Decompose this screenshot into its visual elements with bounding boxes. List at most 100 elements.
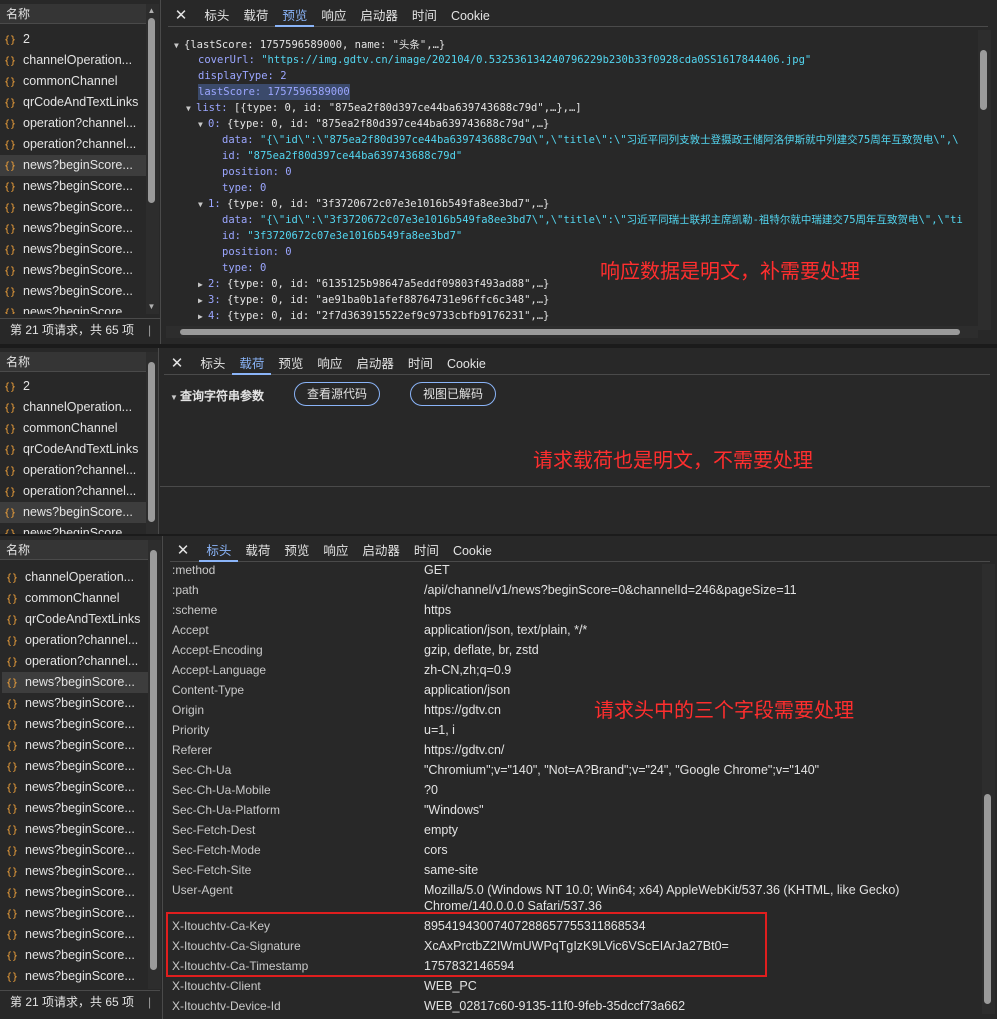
request-row[interactable]: {} channelOperation... xyxy=(2,567,148,588)
request-row[interactable]: {} news?beginScore... xyxy=(2,945,148,966)
json-item-0[interactable]: ▼ 0: {type: 0, id: "875ea2f80d397ce44ba63… xyxy=(198,116,549,132)
request-row[interactable]: {} operation?channel... xyxy=(0,134,146,155)
request-row[interactable]: {} news?beginScore... xyxy=(0,176,146,197)
tab-4[interactable]: 启动器 xyxy=(349,353,401,375)
json-item-3[interactable]: ▶ 3: {type: 0, id: "ae91ba0b1afef88764731… xyxy=(198,292,549,308)
request-row[interactable]: {} operation?channel... xyxy=(2,630,148,651)
preview-scrollbar[interactable] xyxy=(978,30,991,330)
request-row[interactable]: {} operation?channel... xyxy=(0,460,146,481)
json-item-1[interactable]: ▼ 1: {type: 0, id: "3f3720672c07e3e1016b5… xyxy=(198,196,549,212)
tab-0[interactable]: 标头 xyxy=(197,5,236,27)
triangle-right-icon[interactable]: ▶ xyxy=(198,309,208,325)
json-item-2[interactable]: ▶ 2: {type: 0, id: "6135125b98647a5eddf09… xyxy=(198,276,549,292)
request-row[interactable]: {} news?beginScore... xyxy=(0,260,146,281)
tab-3[interactable]: 响应 xyxy=(310,353,349,375)
request-row[interactable]: {} news?beginScore... xyxy=(0,155,146,176)
request-row[interactable]: {} news?beginScore... xyxy=(2,840,148,861)
json-root[interactable]: ▼ {lastScore: 1757596589000, name: "头条",…… xyxy=(174,37,445,53)
json-item-4[interactable]: ▶ 4: {type: 0, id: "2f7d363915522ef9c9733… xyxy=(198,308,549,324)
request-row[interactable]: {} news?beginScore... xyxy=(2,777,148,798)
request-row[interactable]: {} commonChannel xyxy=(0,418,146,439)
request-row[interactable]: {} qrCodeAndTextLinks xyxy=(0,439,146,460)
request-row[interactable]: {} channelOperation... xyxy=(0,397,146,418)
request-row[interactable]: {} news?beginScore... xyxy=(2,714,148,735)
request-row[interactable]: {} news?beginScore... xyxy=(2,693,148,714)
request-row[interactable]: {} news?beginScore... xyxy=(2,861,148,882)
tab-1[interactable]: 载荷 xyxy=(238,540,277,562)
request-row[interactable]: {} operation?channel... xyxy=(0,481,146,502)
request-row[interactable]: {} news?beginScore... xyxy=(2,672,148,693)
close-icon[interactable]: ✕ xyxy=(164,353,190,375)
request-row[interactable]: {} news?beginScore... xyxy=(2,924,148,945)
request-list-scrollbar[interactable] xyxy=(148,540,161,989)
request-row[interactable]: {} news?beginScore... xyxy=(2,756,148,777)
request-row[interactable]: {} news?beginScore... xyxy=(2,798,148,819)
tab-2[interactable]: 预览 xyxy=(271,353,310,375)
triangle-right-icon[interactable]: ▶ xyxy=(198,293,208,309)
request-row[interactable]: {} news?beginScore... xyxy=(0,239,146,260)
triangle-right-icon[interactable]: ▶ xyxy=(198,277,208,293)
scroll-thumb[interactable] xyxy=(148,18,155,203)
headers-scrollbar[interactable] xyxy=(982,564,995,1014)
close-icon[interactable]: ✕ xyxy=(170,540,196,562)
triangle-down-icon[interactable]: ▼ xyxy=(198,117,208,133)
tab-1[interactable]: 载荷 xyxy=(232,353,272,375)
json-list[interactable]: ▼ list: [{type: 0, id: "875ea2f80d397ce44… xyxy=(186,100,582,116)
scroll-thumb[interactable] xyxy=(150,550,157,970)
request-row[interactable]: {} news?beginScore... xyxy=(2,966,148,987)
request-row[interactable]: {} news?beginScore... xyxy=(0,523,146,534)
triangle-down-icon[interactable]: ▼ xyxy=(186,101,196,117)
scroll-thumb[interactable] xyxy=(148,362,155,522)
tab-5[interactable]: 时间 xyxy=(405,5,444,27)
tab-3[interactable]: 响应 xyxy=(314,5,353,27)
close-icon[interactable]: ✕ xyxy=(168,5,194,27)
tab-5[interactable]: 时间 xyxy=(407,540,446,562)
request-row[interactable]: {} news?beginScore... xyxy=(2,882,148,903)
request-row[interactable]: {} news?beginScore... xyxy=(2,903,148,924)
triangle-down-icon[interactable]: ▼ xyxy=(174,38,184,54)
request-row[interactable]: {} 2 xyxy=(0,376,146,397)
name-column-header[interactable]: 名称 xyxy=(0,540,148,560)
request-row[interactable]: {} operation?channel... xyxy=(2,651,148,672)
request-row[interactable]: {} news?beginScore... xyxy=(0,302,146,314)
request-row[interactable]: {} commonChannel xyxy=(0,71,146,92)
query-params-section[interactable]: ▼ 查询字符串参数 xyxy=(170,387,264,404)
tab-2[interactable]: 预览 xyxy=(277,540,316,562)
tab-0[interactable]: 标头 xyxy=(199,540,239,562)
request-row[interactable]: {} news?beginScore... xyxy=(0,197,146,218)
request-row[interactable]: {} 2 xyxy=(0,29,146,50)
tab-4[interactable]: 启动器 xyxy=(355,540,407,562)
view-decoded-button[interactable]: 视图已解码 xyxy=(410,382,497,406)
tab-2[interactable]: 预览 xyxy=(275,5,315,27)
preview-scroll-thumb[interactable] xyxy=(980,50,987,110)
tab-1[interactable]: 载荷 xyxy=(236,5,275,27)
request-row[interactable]: {} news?beginScore... xyxy=(0,218,146,239)
tab-4[interactable]: 启动器 xyxy=(353,5,405,27)
scroll-up-icon[interactable]: ▲ xyxy=(146,6,157,16)
tab-3[interactable]: 响应 xyxy=(316,540,355,562)
triangle-down-icon[interactable]: ▼ xyxy=(198,197,208,213)
tab-6[interactable]: Cookie xyxy=(446,540,499,562)
request-row[interactable]: {} operation?channel... xyxy=(0,113,146,134)
headers-scroll-thumb[interactable] xyxy=(984,794,991,1004)
request-row[interactable]: {} news?beginScore... xyxy=(0,502,146,523)
request-row[interactable]: {} commonChannel xyxy=(2,588,148,609)
triangle-down-icon[interactable]: ▼ xyxy=(170,393,180,402)
preview-hscrollbar[interactable] xyxy=(166,326,978,338)
tab-6[interactable]: Cookie xyxy=(444,5,497,27)
tab-0[interactable]: 标头 xyxy=(193,353,232,375)
name-column-header[interactable]: 名称 xyxy=(0,4,146,24)
tab-5[interactable]: 时间 xyxy=(401,353,440,375)
request-row[interactable]: {} news?beginScore... xyxy=(0,281,146,302)
request-row[interactable]: {} news?beginScore... xyxy=(2,735,148,756)
request-row[interactable]: {} news?beginScore... xyxy=(2,819,148,840)
request-row[interactable]: {} qrCodeAndTextLinks xyxy=(0,92,146,113)
view-source-button[interactable]: 查看源代码 xyxy=(294,382,381,406)
request-row[interactable]: {} qrCodeAndTextLinks xyxy=(2,609,148,630)
tab-6[interactable]: Cookie xyxy=(440,353,493,375)
request-row[interactable]: {} channelOperation... xyxy=(0,50,146,71)
name-column-header[interactable]: 名称 xyxy=(0,352,146,372)
scroll-down-icon[interactable]: ▼ xyxy=(146,302,157,312)
request-list-scrollbar[interactable]: ▲ ▼ xyxy=(146,4,159,314)
hscroll-thumb[interactable] xyxy=(180,329,960,335)
